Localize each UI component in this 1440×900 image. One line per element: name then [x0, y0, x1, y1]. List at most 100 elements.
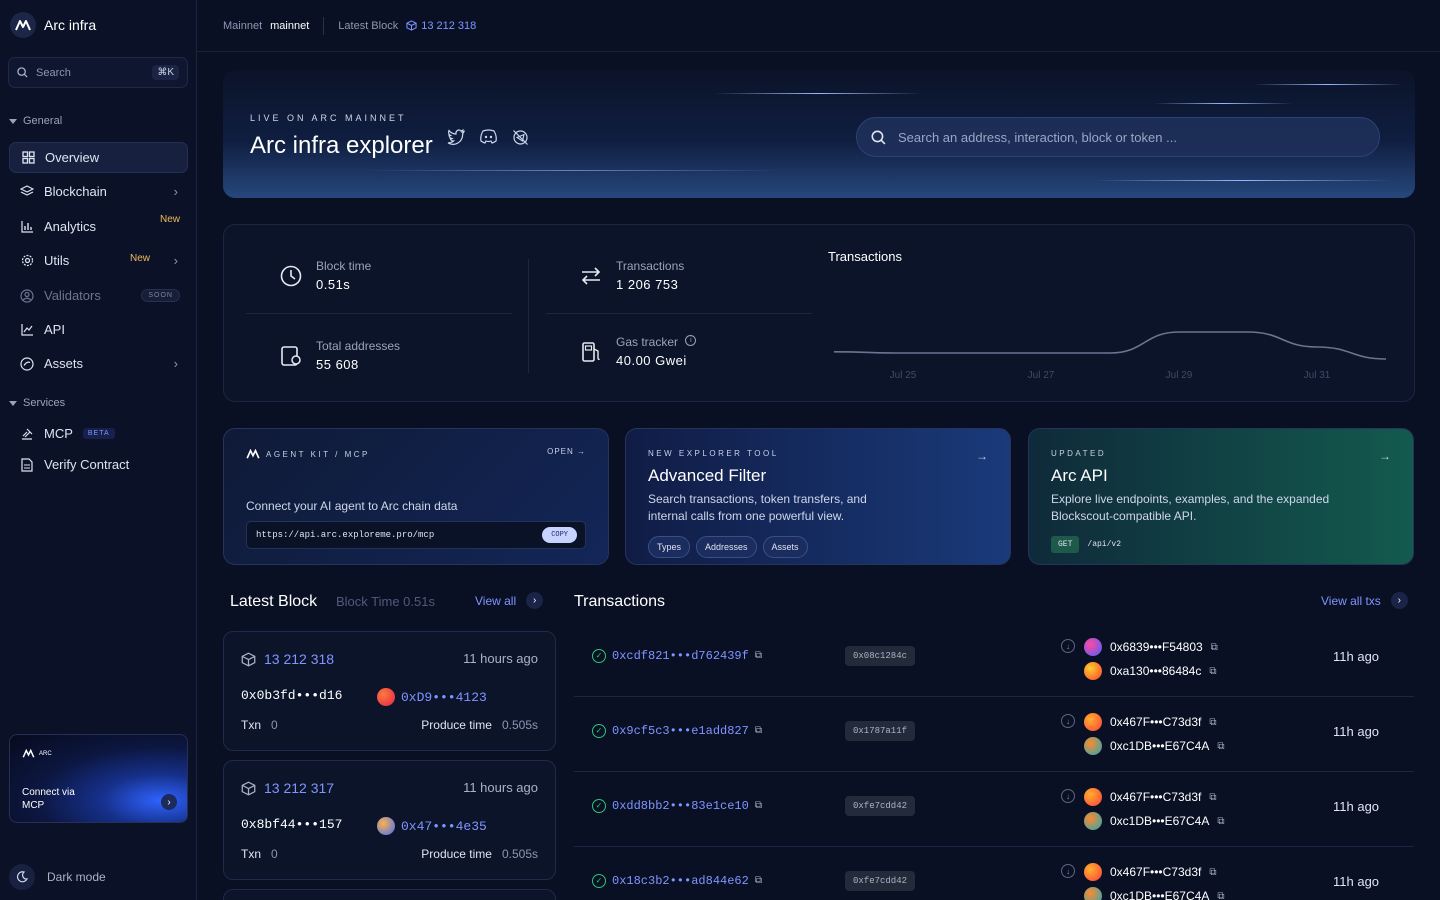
chart-title: Transactions — [828, 249, 902, 264]
api-endpoint: GET /api/v2 — [1051, 536, 1121, 553]
sidebar-item-mcp[interactable]: MCP BETA — [9, 418, 188, 449]
advanced-filter-card[interactable]: NEW EXPLORER TOOL → Advanced Filter Sear… — [625, 428, 1011, 565]
twitter-icon[interactable] — [447, 128, 466, 149]
copy-icon[interactable]: ⧉ — [1209, 792, 1216, 803]
avatar — [1084, 887, 1102, 900]
wallet-icon — [278, 343, 304, 369]
gas-tracker-label: Gas tracker — [616, 335, 679, 349]
copy-icon[interactable]: ⧉ — [1211, 642, 1218, 653]
brand[interactable]: Arc infra — [10, 12, 96, 38]
txn-label: Txn — [241, 847, 262, 861]
copy-icon[interactable]: ⧉ — [755, 800, 762, 812]
global-search-input[interactable]: Search an address, interaction, block or… — [856, 117, 1380, 157]
tx-hash[interactable]: ✓ 0xdd8bb2•••83e1ce10 ⧉ — [592, 799, 762, 813]
copy-icon[interactable]: ⧉ — [1209, 717, 1216, 728]
stat-gas-tracker: Gas tracker i 40.00 Gwei — [578, 335, 697, 368]
sidebar-item-blockchain[interactable]: Blockchain › — [9, 176, 188, 207]
copy-button[interactable]: COPY — [542, 527, 577, 543]
card-description: Search transactions, token transfers, an… — [648, 492, 867, 523]
copy-icon[interactable]: ⧉ — [1209, 867, 1216, 878]
method-badge: 0xfe7cdd42 — [845, 871, 916, 891]
sidebar-item-overview[interactable]: Overview — [9, 142, 188, 173]
tx-hash[interactable]: ✓ 0x9cf5c3•••e1add827 ⧉ — [592, 724, 762, 738]
tx-hash[interactable]: ✓ 0x18c3b2•••ad844e62 ⧉ — [592, 874, 762, 888]
agent-kit-card[interactable]: AGENT KIT / MCP OPEN → Connect your AI a… — [223, 428, 609, 565]
block-number[interactable]: 13 212 317 — [241, 780, 334, 796]
view-all-txs-link[interactable]: View all txs › — [1321, 592, 1408, 609]
section-general[interactable]: General — [9, 115, 62, 127]
sidebar-item-validators[interactable]: Validators SOON — [9, 280, 188, 311]
new-badge: New — [129, 253, 150, 264]
series-line — [833, 331, 1387, 360]
copy-icon[interactable]: ⧉ — [1217, 741, 1224, 752]
avatar — [377, 817, 395, 835]
from-address-text: 0x467F•••C73d3f — [1110, 865, 1202, 879]
table-row[interactable]: ✓ 0xcdf821•••d762439f ⧉ 0x08c1284c ↓ 0x6839••… — [574, 622, 1414, 697]
table-row[interactable]: ✓ 0x9cf5c3•••e1add827 ⧉ 0x1787a11f ↓ 0x467F••… — [574, 697, 1414, 772]
chip-assets[interactable]: Assets — [762, 536, 808, 558]
stat-block-time: Block time 0.51s — [278, 259, 371, 292]
to-address[interactable]: 0xc1DB•••E67C4A ⧉ — [1084, 887, 1224, 900]
block-card[interactable]: 13 212 318 11 hours ago 0x0b3fd•••d16 0x… — [223, 631, 556, 751]
view-all-blocks-link[interactable]: View all › — [475, 592, 544, 609]
view-all-label: View all — [475, 593, 517, 608]
to-address[interactable]: 0xa130•••86484c ⧉ — [1084, 662, 1216, 680]
sidebar-item-label: Overview — [45, 150, 100, 165]
to-address[interactable]: 0xc1DB•••E67C4A ⧉ — [1084, 812, 1224, 830]
info-icon[interactable]: i — [685, 335, 697, 346]
stat-value: 0.51s — [316, 277, 351, 292]
miner-address: 0x47•••4e35 — [401, 818, 487, 834]
telegram-off-icon[interactable] — [512, 129, 529, 149]
block-miner[interactable]: 0xD9•••4123 — [377, 688, 487, 706]
sidebar-item-assets[interactable]: Assets › — [9, 348, 188, 379]
tx-hash[interactable]: ✓ 0xcdf821•••d762439f ⧉ — [592, 649, 762, 663]
sidebar-item-verify-contract[interactable]: Verify Contract — [9, 449, 188, 480]
block-card[interactable]: 13 212 317 11 hours ago 0x8bf44•••157 0x… — [223, 760, 556, 880]
arrow-right-icon[interactable]: → — [1379, 449, 1391, 463]
to-address[interactable]: 0xc1DB•••E67C4A ⧉ — [1084, 737, 1224, 755]
chip-types[interactable]: Types — [648, 536, 691, 558]
table-row[interactable]: ✓ 0xdd8bb2•••83e1ce10 ⧉ 0xfe7cdd42 ↓ 0x467F••… — [574, 772, 1414, 847]
arrow-down-circle-icon: ↓ — [1061, 714, 1075, 728]
discord-icon[interactable] — [479, 129, 498, 149]
from-address[interactable]: 0x6839•••F54803 ⧉ — [1084, 638, 1218, 656]
mcp-promo-card[interactable]: ARC Connect via MCP › — [9, 734, 188, 823]
chip-addresses[interactable]: Addresses — [696, 536, 757, 558]
sidebar-search[interactable]: Search ⌘K — [8, 57, 188, 88]
from-address[interactable]: 0x467F•••C73d3f ⧉ — [1084, 713, 1216, 731]
promo-line-1: Connect via — [22, 787, 75, 798]
from-address[interactable]: 0x467F•••C73d3f ⧉ — [1084, 863, 1216, 881]
copy-icon[interactable]: ⧉ — [1217, 891, 1224, 900]
open-link[interactable]: OPEN → — [547, 447, 586, 456]
beta-badge: BETA — [82, 428, 115, 439]
sidebar-item-analytics[interactable]: Analytics New — [9, 211, 188, 242]
block-miner[interactable]: 0x47•••4e35 — [377, 817, 487, 835]
copy-icon[interactable]: ⧉ — [755, 875, 762, 887]
table-row[interactable]: ✓ 0x18c3b2•••ad844e62 ⧉ 0xfe7cdd42 ↓ 0x467F••… — [574, 847, 1414, 900]
section-services[interactable]: Services — [9, 397, 65, 409]
arrow-right-icon[interactable]: → — [976, 449, 988, 463]
arc-api-card[interactable]: UPDATED → Arc API Explore live endpoints… — [1028, 428, 1414, 565]
chevron-right-icon[interactable]: › — [161, 794, 177, 810]
sidebar-item-api[interactable]: API — [9, 314, 188, 345]
from-address[interactable]: 0x467F•••C73d3f ⧉ — [1084, 788, 1216, 806]
block-number[interactable]: 13 212 318 — [241, 651, 334, 667]
dark-mode-label: Dark mode — [47, 870, 106, 884]
copy-icon[interactable]: ⧉ — [755, 650, 762, 662]
mcp-url-field[interactable]: https://api.arc.exploreme.pro/mcp COPY — [246, 521, 586, 549]
dark-mode-toggle[interactable]: Dark mode — [9, 864, 106, 890]
block-produce-time: Produce time 0.505s — [421, 718, 538, 732]
copy-icon[interactable]: ⧉ — [1217, 816, 1224, 827]
to-address-text: 0xc1DB•••E67C4A — [1110, 889, 1210, 900]
avatar — [1084, 788, 1102, 806]
from-address-text: 0x467F•••C73d3f — [1110, 715, 1202, 729]
copy-icon[interactable]: ⧉ — [755, 725, 762, 737]
from-address-text: 0x6839•••F54803 — [1110, 640, 1203, 654]
latest-block-link[interactable]: 13 212 318 — [406, 20, 476, 32]
block-card[interactable] — [223, 889, 556, 900]
transactions-chart: Jul 25 Jul 27 Jul 29 Jul 31 — [833, 331, 1387, 381]
sidebar-item-utils[interactable]: Utils New › — [9, 245, 188, 276]
card-description: Connect your AI agent to Arc chain data — [246, 499, 458, 513]
network-value[interactable]: mainnet — [270, 20, 309, 32]
copy-icon[interactable]: ⧉ — [1209, 666, 1216, 677]
